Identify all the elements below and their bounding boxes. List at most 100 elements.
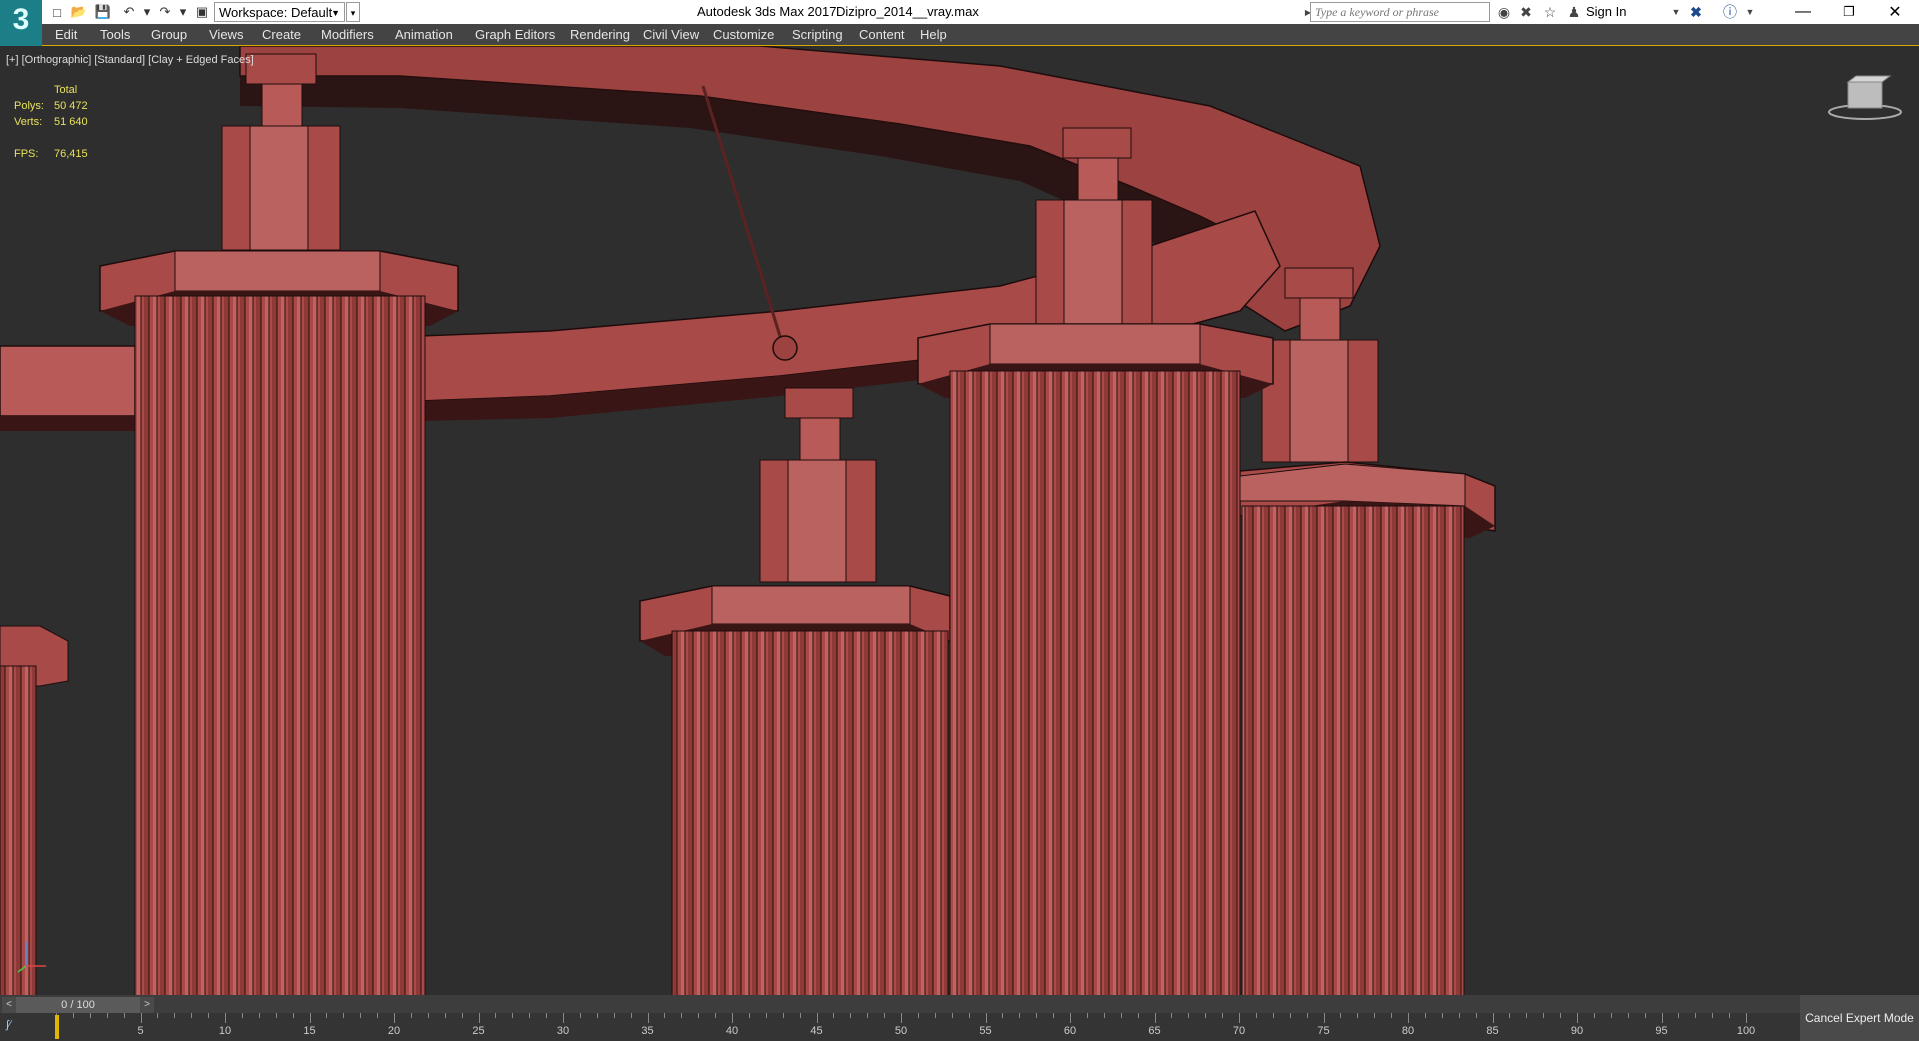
timeline-tick	[1458, 1013, 1460, 1018]
menu-help[interactable]: Help	[920, 27, 947, 42]
timeline-tick	[1627, 1013, 1629, 1018]
timeline-tick	[1560, 1013, 1562, 1018]
menu-scripting[interactable]: Scripting	[792, 27, 843, 42]
title-bar: 3 □ 📂 💾 ↶ ▾ ↷ ▾ ▣ Workspace: Default ▼ ▾…	[0, 0, 1919, 46]
time-slider-bar: < 0 / 100 > ∫∕ 5 10 15 20 25 30 35 40 45 50 55 60 65…	[0, 995, 1919, 1041]
timeline-tick	[934, 1013, 936, 1018]
timeline-tick	[732, 1013, 733, 1023]
minimize-icon[interactable]: —	[1780, 0, 1826, 24]
viewcube-icon[interactable]	[1826, 74, 1904, 122]
timeline-tick	[326, 1013, 328, 1018]
help-icon[interactable]: ⓘ	[1720, 3, 1740, 21]
timeline-tick	[546, 1013, 548, 1018]
timeline-tick-label: 20	[387, 1025, 401, 1037]
curve-editor-icon[interactable]: ∫∕	[6, 1019, 11, 1031]
timeline-tick	[1086, 1013, 1088, 1018]
timeline-tick	[698, 1013, 700, 1018]
timeline-tick	[1306, 1013, 1308, 1018]
timeline-tick	[816, 1013, 818, 1023]
favorites-star-icon[interactable]: ☆	[1540, 3, 1560, 21]
timeline-tick	[1424, 1013, 1426, 1018]
binoculars-icon[interactable]: ◉	[1494, 3, 1514, 21]
sign-in-dropdown-icon[interactable]: ▼	[1666, 3, 1686, 21]
time-slider[interactable]: 0 / 100	[16, 997, 140, 1013]
timeline-tick	[512, 1013, 514, 1018]
timeline-tick	[1475, 1013, 1477, 1018]
timeline-tick	[1323, 1013, 1325, 1023]
menu-customize[interactable]: Customize	[713, 27, 774, 42]
timeline-tick	[123, 1013, 125, 1018]
help-dropdown-icon[interactable]: ▼	[1740, 3, 1760, 21]
redo-dropdown-icon[interactable]: ▾	[174, 3, 192, 21]
timeline-tick	[1543, 1013, 1545, 1018]
timeline-tick	[1746, 1013, 1747, 1023]
menu-views[interactable]: Views	[209, 27, 243, 42]
timeline-tick-label: 5	[137, 1025, 144, 1037]
close-icon[interactable]: ✕	[1872, 0, 1918, 24]
timeline-tick	[410, 1013, 412, 1018]
project-folder-icon[interactable]: ▣	[193, 3, 211, 21]
exchange-icon[interactable]: ✖	[1686, 3, 1706, 21]
quick-access-customize-icon[interactable]: ▾	[346, 2, 360, 22]
timeline-tick	[782, 1013, 784, 1018]
menu-civil-view[interactable]: Civil View	[643, 27, 699, 42]
sign-in-button[interactable]: Sign In	[1586, 4, 1626, 19]
viewport-label-menu[interactable]: [+] [Orthographic] [Standard] [Clay + Ed…	[6, 54, 254, 66]
timeline-tick-label: 60	[1063, 1025, 1077, 1037]
search-input[interactable]: Type a keyword or phrase	[1310, 2, 1490, 22]
timeline-tick	[1255, 1013, 1257, 1018]
undo-dropdown-icon[interactable]: ▾	[138, 3, 156, 21]
timeline-tick	[596, 1013, 598, 1018]
menu-graph-editors[interactable]: Graph Editors	[475, 27, 555, 42]
open-file-icon[interactable]: 📂	[70, 3, 88, 21]
save-icon[interactable]: 💾	[94, 3, 112, 21]
redo-icon[interactable]: ↷	[156, 3, 174, 21]
app-title: Autodesk 3ds Max 2017	[697, 4, 837, 19]
timeline-tick	[360, 1013, 362, 1018]
timeline-tick	[1492, 1013, 1494, 1023]
restore-icon[interactable]: ❐	[1826, 0, 1872, 24]
menu-rendering[interactable]: Rendering	[570, 27, 630, 42]
menu-modifiers[interactable]: Modifiers	[321, 27, 374, 42]
timeline-tick	[427, 1013, 429, 1018]
menu-edit[interactable]: Edit	[55, 27, 77, 42]
stats-polys-label: Polys:	[14, 100, 44, 112]
timeline-tick-label: 80	[1401, 1025, 1415, 1037]
timeline-tick	[292, 1013, 294, 1018]
playhead[interactable]	[55, 1015, 59, 1039]
menu-group[interactable]: Group	[151, 27, 187, 42]
new-file-icon[interactable]: □	[48, 3, 66, 21]
timeline-tick	[1593, 1013, 1595, 1018]
timeline-tick	[985, 1013, 987, 1023]
track-bar[interactable]: ∫∕ 5 10 15 20 25 30 35 40 45 50 55 60 65 70 75 80 85 90 95…	[0, 1013, 1919, 1041]
timeline-tick	[1036, 1013, 1038, 1018]
timeline-tick	[901, 1013, 902, 1023]
workspace-value: Workspace: Default	[219, 5, 333, 20]
file-title: Dizipro_2014__vray.max	[836, 4, 979, 19]
menu-animation[interactable]: Animation	[395, 27, 453, 42]
timeline-tick	[1644, 1013, 1646, 1018]
timeline-tick	[1205, 1013, 1207, 1018]
workspace-select[interactable]: Workspace: Default ▼	[214, 2, 345, 22]
timeline-tick	[208, 1013, 210, 1018]
subscription-icon[interactable]: ✖	[1516, 3, 1536, 21]
viewport-orthographic[interactable]: [+] [Orthographic] [Standard] [Clay + Ed…	[0, 45, 1919, 996]
timeline-tick	[140, 1013, 142, 1023]
menu-create[interactable]: Create	[262, 27, 301, 42]
next-frame-button[interactable]: >	[140, 997, 154, 1013]
timeline-tick	[72, 1013, 74, 1018]
user-icon[interactable]: ♟	[1564, 3, 1584, 21]
timeline-tick	[1391, 1013, 1393, 1018]
timeline-tick	[647, 1013, 649, 1023]
menu-content[interactable]: Content	[859, 27, 905, 42]
cancel-expert-mode-button[interactable]: Cancel Expert Mode	[1800, 995, 1919, 1041]
timeline-ruler[interactable]: 5 10 15 20 25 30 35 40 45 50 55 60 65 70 75 80 85 90 95 100	[56, 1013, 1755, 1041]
timeline-tick	[225, 1013, 226, 1023]
timeline-tick	[343, 1013, 345, 1018]
app-logo[interactable]: 3	[0, 0, 42, 46]
timeline-tick	[748, 1013, 750, 1018]
timeline-tick	[309, 1013, 311, 1023]
previous-frame-button[interactable]: <	[2, 997, 16, 1013]
undo-icon[interactable]: ↶	[120, 3, 138, 21]
menu-tools[interactable]: Tools	[100, 27, 130, 42]
